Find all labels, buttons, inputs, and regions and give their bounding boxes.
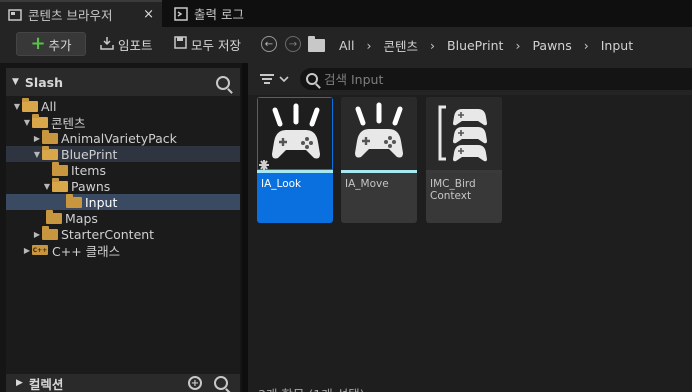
status-text: 3개 항목 (1개 선택) (258, 384, 365, 392)
input-mapping-context-icon (426, 97, 502, 170)
breadcrumb-item[interactable]: Pawns (532, 38, 571, 53)
folder-icon (52, 161, 68, 176)
asset-tile-ia-move[interactable]: IA_Move (341, 97, 417, 223)
cpp-folder-icon: C++ (32, 245, 48, 255)
folder-tree: ▼ All ▼ 콘텐츠 ▶ AnimalVarietyPack ▼ BluePr… (6, 97, 240, 259)
save-label: 모두 저장 (191, 37, 241, 53)
tree-item-animalvarietypack[interactable]: ▶ AnimalVarietyPack (6, 129, 240, 146)
import-label: 임포트 (118, 37, 153, 53)
asset-search-input[interactable] (324, 71, 624, 87)
tree-label: 콘텐츠 (51, 115, 86, 131)
expand-down-icon[interactable]: ▼ (32, 150, 42, 159)
tab-label: 콘텐츠 브라우저 (28, 8, 113, 23)
tree-item-pawns[interactable]: ▼ Pawns (6, 177, 240, 194)
gamepad-icon (257, 97, 333, 170)
filter-dropdown[interactable] (260, 72, 292, 86)
search-icon[interactable] (216, 76, 230, 90)
expand-right-icon[interactable]: ▶ (32, 230, 42, 239)
expand-down-icon[interactable]: ▼ (42, 182, 52, 191)
breadcrumb-item[interactable]: BluePrint (447, 38, 503, 53)
breadcrumb-item[interactable]: All (339, 38, 355, 53)
tree-label: Pawns (71, 178, 111, 194)
chevron-right-icon[interactable]: › (367, 38, 372, 53)
folder-open-icon (32, 113, 48, 128)
content-browser-icon (8, 8, 22, 22)
sources-panel: ▼ Slash ▼ All ▼ 콘텐츠 ▶ AnimalVarietyPack … (6, 68, 240, 392)
folder-icon (42, 225, 58, 240)
log-icon (174, 6, 188, 21)
asset-type-stripe (426, 170, 502, 173)
asset-name: IA_Look (261, 178, 302, 190)
sources-header[interactable]: ▼ Slash (6, 68, 240, 96)
save-all-button[interactable]: 모두 저장 (174, 32, 241, 56)
tree-item-content[interactable]: ▼ 콘텐츠 (6, 113, 240, 131)
save-icon (174, 36, 187, 52)
expand-right-icon[interactable]: ▶ (22, 246, 32, 255)
tree-item-maps[interactable]: Maps (6, 209, 240, 226)
tree-label: Maps (65, 210, 98, 226)
tree-item-cpp-classes[interactable]: ▶ C++ C++ 클래스 (6, 242, 240, 259)
expand-down-icon[interactable]: ▼ (12, 102, 22, 111)
collapse-icon[interactable]: ▼ (12, 77, 19, 87)
add-collection-icon[interactable]: + (188, 376, 202, 390)
tree-item-all[interactable]: ▼ All (6, 97, 240, 114)
tab-bar: 콘텐츠 브라우저 × 출력 로그 (0, 0, 692, 27)
tree-label: All (41, 98, 57, 114)
import-icon (100, 36, 114, 53)
expand-right-icon[interactable]: ▶ (32, 134, 42, 143)
tree-item-items[interactable]: Items (6, 161, 240, 178)
folder-open-icon (42, 145, 58, 160)
filter-icon (260, 74, 289, 84)
forward-arrow-icon[interactable]: → (285, 36, 301, 52)
tree-label: BluePrint (61, 146, 118, 162)
toolbar: + 추가 임포트 모두 저장 ← → All › 콘텐츠 › BluePrint… (0, 27, 692, 63)
expand-down-icon[interactable]: ▼ (22, 118, 32, 127)
collections-title: 컬렉션 (28, 376, 64, 392)
breadcrumb-item[interactable]: Input (601, 38, 633, 53)
tree-item-startercontent[interactable]: ▶ StarterContent (6, 225, 240, 242)
breadcrumb-item[interactable]: 콘텐츠 (384, 36, 419, 55)
asset-tile-ia-look[interactable]: IA_Look (257, 97, 333, 223)
tree-label: C++ 클래스 (52, 243, 121, 259)
folder-open-icon (52, 177, 68, 192)
search-icon[interactable] (214, 376, 228, 390)
tab-label: 출력 로그 (194, 7, 244, 22)
folder-icon (308, 36, 325, 52)
tab-output-log[interactable]: 출력 로그 (166, 0, 266, 27)
folder-icon (42, 129, 58, 144)
collections-header[interactable]: ▶ 컬렉션 + (6, 374, 240, 392)
tree-label: Items (71, 162, 106, 178)
breadcrumb: All › 콘텐츠 › BluePrint › Pawns › Input (308, 36, 633, 55)
chevron-right-icon[interactable]: › (515, 38, 520, 53)
plus-icon: + (30, 33, 46, 54)
tree-item-input[interactable]: Input (6, 193, 240, 210)
folder-icon (46, 209, 62, 224)
asset-type-stripe (341, 170, 417, 173)
asset-name: IMC_Bird Context (430, 178, 476, 202)
add-label: 추가 (48, 37, 72, 53)
tree-label: StarterContent (61, 226, 155, 242)
tree-label: Input (85, 194, 118, 210)
chevron-right-icon[interactable]: › (430, 38, 435, 53)
folder-icon (66, 193, 82, 208)
import-button[interactable]: 임포트 (100, 32, 153, 56)
sources-title: Slash (24, 74, 63, 90)
gamepad-icon (341, 97, 417, 170)
tree-label: AnimalVarietyPack (61, 130, 177, 146)
tree-item-blueprint[interactable]: ▼ BluePrint (6, 145, 240, 162)
search-icon (306, 73, 318, 85)
back-arrow-icon[interactable]: ← (261, 36, 277, 52)
tab-content-browser[interactable]: 콘텐츠 브라우저 × (0, 0, 162, 27)
asset-name: IA_Move (345, 178, 389, 190)
asset-tile-imc-bird-context[interactable]: IMC_Bird Context (426, 97, 502, 223)
asset-search-box[interactable] (300, 68, 692, 90)
chevron-right-icon[interactable]: › (584, 38, 589, 53)
expand-right-icon[interactable]: ▶ (16, 378, 23, 388)
close-icon[interactable]: × (143, 7, 154, 22)
asset-type-stripe (257, 170, 333, 173)
folder-open-icon (22, 97, 38, 112)
filter-bar (248, 63, 692, 95)
add-button[interactable]: + 추가 (16, 32, 86, 56)
